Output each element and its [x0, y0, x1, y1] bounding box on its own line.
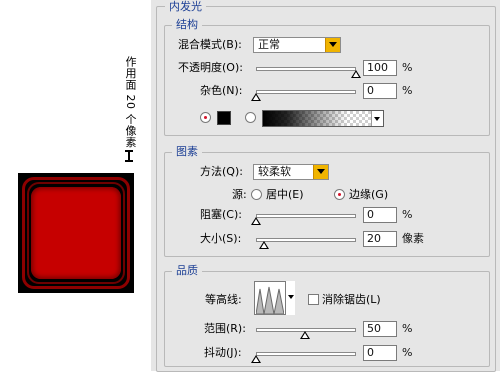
glow-gradient-picker[interactable] — [262, 110, 384, 127]
contour-picker[interactable] — [254, 281, 295, 315]
contour-curve-icon — [256, 286, 284, 314]
elements-title: 图素 — [172, 145, 202, 158]
source-label: 源: — [232, 188, 247, 201]
source-edge-radio[interactable] — [334, 189, 345, 200]
source-center-label: 居中(E) — [266, 188, 304, 201]
opacity-label: 不透明度(O): — [178, 61, 243, 74]
choke-unit: % — [402, 208, 413, 221]
size-label: 大小(S): — [200, 232, 242, 245]
jitter-unit: % — [402, 346, 413, 359]
size-unit: 像素 — [402, 232, 424, 245]
chevron-down-icon — [371, 111, 383, 126]
opacity-unit: % — [402, 61, 413, 74]
structure-title: 结构 — [172, 18, 202, 31]
layer-style-panel: 内发光 结构 图素 品质 — [151, 0, 500, 372]
noise-slider-track[interactable] — [256, 90, 356, 94]
range-slider-thumb[interactable] — [300, 331, 310, 339]
source-center-radio[interactable] — [251, 189, 262, 200]
opacity-slider-thumb[interactable] — [351, 70, 361, 78]
antialias-label: 消除锯齿(L) — [322, 293, 381, 306]
choke-slider-thumb[interactable] — [251, 217, 261, 225]
jitter-slider-thumb[interactable] — [251, 355, 261, 363]
inner-glow-preview — [18, 173, 134, 293]
antialias-checkbox[interactable] — [308, 294, 319, 305]
technique-value: 较柔软 — [258, 165, 291, 178]
noise-label: 杂色(N): — [200, 84, 243, 97]
range-unit: % — [402, 322, 413, 335]
jitter-slider-track[interactable] — [256, 352, 356, 356]
size-input[interactable]: 20 — [363, 231, 397, 247]
noise-slider-thumb[interactable] — [251, 93, 261, 101]
noise-unit: % — [402, 84, 413, 97]
preview-fill — [31, 187, 121, 279]
chevron-down-icon — [325, 38, 340, 52]
choke-slider-track[interactable] — [256, 214, 356, 218]
jitter-label: 抖动(J): — [204, 346, 242, 359]
inner-glow-title: 内发光 — [165, 0, 206, 13]
opacity-input[interactable]: 100 — [363, 60, 397, 76]
solid-color-radio[interactable] — [200, 112, 211, 123]
preview-caption-text: 作用面 20 个像素 — [124, 56, 137, 148]
blend-mode-select[interactable]: 正常 — [253, 37, 341, 53]
contour-label: 等高线: — [205, 293, 242, 306]
size-slider-thumb[interactable] — [259, 241, 269, 249]
chevron-down-icon — [313, 165, 328, 179]
size-slider-track[interactable] — [256, 238, 356, 242]
choke-label: 阻塞(C): — [200, 208, 242, 221]
quality-title: 品质 — [172, 264, 202, 277]
blend-mode-label: 混合模式(B): — [178, 38, 242, 51]
gradient-radio[interactable] — [245, 112, 256, 123]
size-marker-icon — [125, 150, 133, 162]
chevron-down-icon — [285, 281, 295, 315]
preview-caption: 作用面 20 个像素 — [120, 56, 142, 172]
blend-mode-value: 正常 — [258, 38, 280, 51]
jitter-input[interactable]: 0 — [363, 345, 397, 361]
opacity-slider-track[interactable] — [256, 67, 356, 71]
glow-color-swatch[interactable] — [217, 111, 231, 125]
range-input[interactable]: 50 — [363, 321, 397, 337]
technique-select[interactable]: 较柔软 — [253, 164, 329, 180]
source-edge-label: 边缘(G) — [349, 188, 389, 201]
choke-input[interactable]: 0 — [363, 207, 397, 223]
noise-input[interactable]: 0 — [363, 83, 397, 99]
technique-label: 方法(Q): — [200, 165, 243, 178]
range-label: 范围(R): — [204, 322, 246, 335]
